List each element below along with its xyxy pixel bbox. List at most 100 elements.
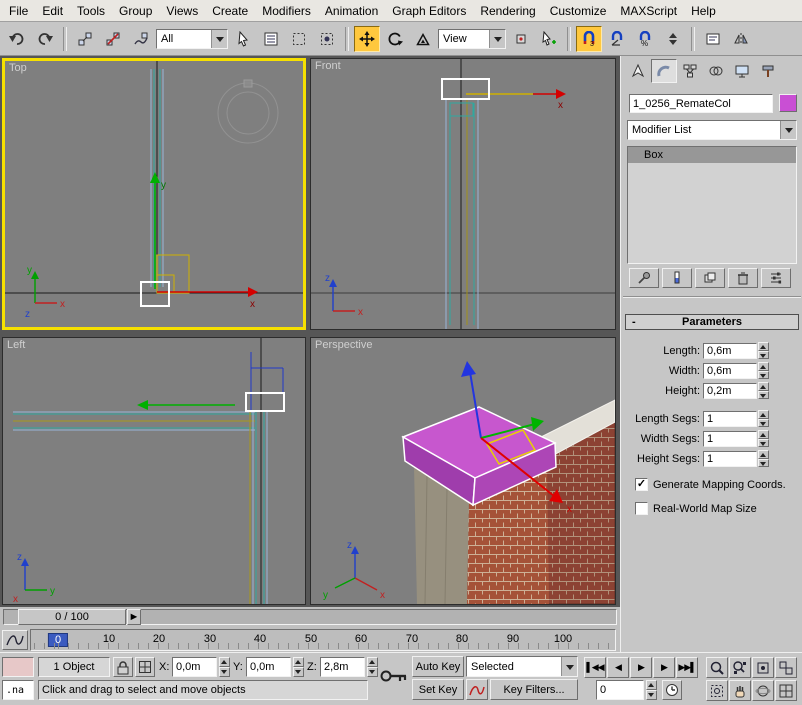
maximize-viewport-toggle[interactable] <box>775 680 797 701</box>
frame-spinner[interactable] <box>646 680 657 700</box>
width-spinner[interactable] <box>758 362 769 379</box>
length-spinner[interactable] <box>758 342 769 359</box>
tab-motion[interactable] <box>703 59 729 83</box>
tab-hierarchy[interactable] <box>677 59 703 83</box>
generate-mapping-coords-checkbox[interactable]: ✓ Generate Mapping Coords. <box>635 478 786 491</box>
select-and-scale-button[interactable] <box>410 26 436 52</box>
remove-modifier-button[interactable] <box>728 268 758 288</box>
menu-file[interactable]: File <box>2 1 35 21</box>
z-coord-spinner[interactable] <box>367 657 378 677</box>
length-segs-spinner[interactable] <box>758 410 769 427</box>
object-color-swatch[interactable] <box>779 94 797 112</box>
viewport-perspective[interactable]: Perspective <box>310 337 616 605</box>
menu-create[interactable]: Create <box>205 1 255 21</box>
height-segs-field[interactable] <box>703 451 757 467</box>
viewport-perspective-label[interactable]: Perspective <box>315 339 372 351</box>
x-coord-spinner[interactable] <box>219 657 230 677</box>
width-segs-spinner[interactable] <box>758 430 769 447</box>
tab-modify[interactable] <box>651 59 677 83</box>
real-world-map-size-checkbox[interactable]: Real-World Map Size <box>635 502 757 515</box>
parameters-rollout-header[interactable]: - Parameters <box>625 314 799 330</box>
viewport-front-canvas[interactable]: x z x <box>311 59 615 329</box>
zoom-extents-all-button[interactable] <box>775 657 797 678</box>
select-and-move-button[interactable] <box>354 26 380 52</box>
bind-spacewarp-button[interactable] <box>128 26 154 52</box>
set-key-button[interactable]: Set Key <box>412 679 464 700</box>
menu-maxscript[interactable]: MAXScript <box>613 1 684 21</box>
stack-item-box[interactable]: Box <box>628 147 796 163</box>
viewport-left-canvas[interactable]: z y x <box>3 338 305 604</box>
y-coord-spinner[interactable] <box>293 657 304 677</box>
dropdown-arrow-icon[interactable] <box>211 30 227 48</box>
move-gizmo[interactable] <box>137 400 235 410</box>
y-coord-field[interactable] <box>246 657 291 677</box>
redo-button[interactable] <box>32 26 58 52</box>
maxscript-mini-listener-pink[interactable] <box>2 657 34 677</box>
time-slider-handle[interactable]: 0 / 100 <box>18 609 126 625</box>
auto-key-button[interactable]: Auto Key <box>412 656 464 677</box>
menu-customize[interactable]: Customize <box>543 1 614 21</box>
use-pivot-center-button[interactable] <box>508 26 534 52</box>
viewport-left-label[interactable]: Left <box>7 339 25 351</box>
viewport-left[interactable]: Left z y x <box>2 337 306 605</box>
undo-button[interactable] <box>4 26 30 52</box>
angle-snap-button[interactable] <box>604 26 630 52</box>
coord-system-dropdown[interactable]: View <box>438 29 506 49</box>
viewport-perspective-canvas[interactable]: x z x y <box>311 338 615 604</box>
default-tangent-button[interactable] <box>466 679 488 700</box>
window-crossing-button[interactable] <box>314 26 340 52</box>
arc-rotate-button[interactable] <box>752 680 774 701</box>
zoom-all-button[interactable] <box>729 657 751 678</box>
viewport-front[interactable]: Front x z x <box>310 58 616 330</box>
viewport-top-label[interactable]: Top <box>9 62 27 74</box>
spinner-snap-button[interactable] <box>660 26 686 52</box>
z-coord-field[interactable] <box>320 657 365 677</box>
x-coord-field[interactable] <box>172 657 217 677</box>
menu-graph-editors[interactable]: Graph Editors <box>385 1 473 21</box>
configure-modifier-sets-button[interactable] <box>761 268 791 288</box>
object-name-field[interactable] <box>629 94 773 113</box>
play-button[interactable]: ▶ <box>630 657 652 678</box>
menu-tools[interactable]: Tools <box>70 1 112 21</box>
viewport-top[interactable]: Top y x <box>2 58 306 330</box>
width-field[interactable] <box>703 363 757 379</box>
unlink-button[interactable] <box>100 26 126 52</box>
menu-rendering[interactable]: Rendering <box>473 1 542 21</box>
next-frame-button[interactable]: ▶ <box>653 657 675 678</box>
dropdown-arrow-icon[interactable] <box>489 30 505 48</box>
menu-modifiers[interactable]: Modifiers <box>255 1 318 21</box>
go-to-end-button[interactable]: ▶▶▌ <box>676 657 698 678</box>
mini-curve-editor-button[interactable] <box>2 630 28 650</box>
zoom-button[interactable] <box>706 657 728 678</box>
current-frame-field[interactable] <box>596 680 644 700</box>
set-keys-button[interactable] <box>380 665 410 690</box>
key-mode-dropdown[interactable]: Selected <box>466 656 578 677</box>
previous-frame-button[interactable]: ◀ <box>607 657 629 678</box>
select-by-name-button[interactable] <box>258 26 284 52</box>
viewport-top-canvas[interactable]: y x y x z <box>5 61 303 327</box>
snaps-toggle-button[interactable]: 3 <box>576 26 602 52</box>
dropdown-arrow-icon[interactable] <box>780 121 796 139</box>
menu-help[interactable]: Help <box>684 1 723 21</box>
select-and-manipulate-button[interactable] <box>536 26 562 52</box>
absolute-offset-toggle[interactable] <box>135 657 155 677</box>
zoom-extents-button[interactable] <box>752 657 774 678</box>
height-spinner[interactable] <box>758 382 769 399</box>
tab-display[interactable] <box>729 59 755 83</box>
height-segs-spinner[interactable] <box>758 450 769 467</box>
selection-lock-toggle[interactable] <box>113 657 133 677</box>
menu-animation[interactable]: Animation <box>318 1 385 21</box>
modifier-list-dropdown[interactable]: Modifier List <box>627 120 797 140</box>
menu-edit[interactable]: Edit <box>35 1 70 21</box>
key-filters-button[interactable]: Key Filters... <box>490 679 578 700</box>
mirror-button[interactable] <box>728 26 754 52</box>
rectangular-selection-region-button[interactable] <box>286 26 312 52</box>
width-segs-field[interactable] <box>703 431 757 447</box>
dropdown-arrow-icon[interactable] <box>561 657 577 676</box>
percent-snap-button[interactable]: % <box>632 26 658 52</box>
make-unique-button[interactable] <box>695 268 725 288</box>
next-frame-arrow-button[interactable]: ► <box>127 609 141 625</box>
go-to-start-button[interactable]: ▌◀◀ <box>584 657 606 678</box>
length-segs-field[interactable] <box>703 411 757 427</box>
tab-create[interactable] <box>625 59 651 83</box>
